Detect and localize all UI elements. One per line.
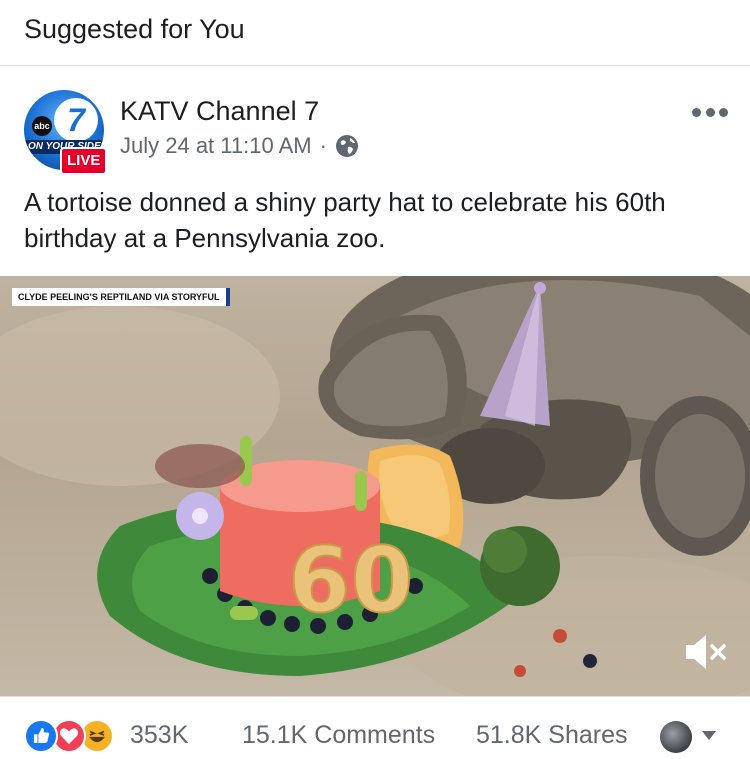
speaker-muted-icon[interactable] [682,630,732,674]
abc-logo: abc [32,116,52,136]
meta-separator: · [319,133,327,158]
post-video[interactable]: 60 CLYDE PEELING'S REPTILAND VIA STORYFU… [0,276,750,696]
post-text: A tortoise donned a shiny party hat to c… [24,187,666,253]
post-footer: 353K 15.1K Comments 51.8K Shares [0,696,750,759]
reactions-summary[interactable] [24,719,120,753]
chevron-down-icon[interactable] [700,729,718,743]
more-options-icon[interactable] [692,106,728,118]
post-meta: July 24 at 11:10 AM · [120,133,359,159]
comments-count[interactable]: 15.1K Comments [242,721,435,750]
cake-number: 60 [288,528,413,633]
post-header: abc 7 ON YOUR SIDE LIVE KATV Channel 7 J… [0,66,750,176]
reaction-count[interactable]: 353K [130,721,188,750]
live-badge: LIVE [60,147,108,175]
section-header: Suggested for You [0,0,750,66]
page-name-link[interactable]: KATV Channel 7 [120,96,319,127]
globe-icon [335,135,358,157]
like-icon [24,719,58,753]
post-timestamp[interactable]: July 24 at 11:10 AM [120,133,312,159]
video-credit: CLYDE PEELING'S REPTILAND VIA STORYFUL [12,288,230,306]
channel-number: 7 [54,98,98,142]
section-title: Suggested for You [24,14,245,44]
viewer-avatar[interactable] [660,721,692,753]
video-frame: 60 [0,276,750,696]
shares-count[interactable]: 51.8K Shares [476,721,628,750]
